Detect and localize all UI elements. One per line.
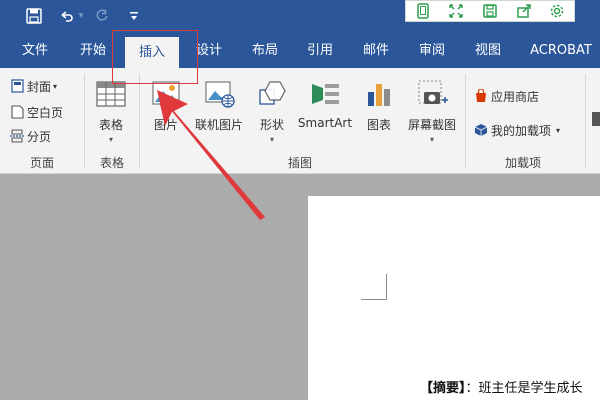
abstract-heading: 【摘要】: [420, 381, 466, 396]
chevron-down-icon: ▾: [429, 135, 434, 144]
tab-review[interactable]: 审阅: [407, 34, 457, 68]
group-divider: [465, 74, 466, 168]
page-break-button[interactable]: 分页: [10, 126, 51, 146]
cover-page-icon: [10, 79, 24, 93]
tab-references[interactable]: 引用: [295, 34, 345, 68]
group-divider: [585, 74, 586, 168]
chart-icon: [363, 78, 395, 110]
shapes-label: 形状: [259, 118, 284, 132]
group-label-pages: 页面: [29, 156, 54, 170]
settings-icon[interactable]: [549, 3, 565, 19]
blank-page-icon: [10, 105, 24, 119]
abstract-body: ：班主任是学生成长: [465, 381, 583, 396]
margin-corner-mark: [361, 274, 387, 300]
cover-page-label: 封面: [27, 79, 52, 94]
my-addins-button[interactable]: 我的加载项 ▾: [474, 120, 560, 140]
office-store-label: 应用商店: [491, 89, 540, 104]
ribbon-tabs: 文件 开始 插入 设计 布局 引用 邮件 审阅 视图 ACROBAT: [0, 34, 600, 68]
table-button[interactable]: 表格 ▾: [90, 74, 132, 152]
table-label: 表格: [98, 118, 123, 132]
tab-acrobat[interactable]: ACROBAT: [525, 34, 597, 68]
my-addins-label: 我的加载项: [491, 123, 552, 138]
next-group-edge: [592, 112, 600, 126]
shapes-icon: [256, 78, 288, 110]
blank-page-button[interactable]: 空白页: [10, 102, 63, 122]
customize-icon[interactable]: [128, 6, 140, 26]
share-icon[interactable]: [516, 3, 532, 19]
chart-label: 图表: [366, 118, 391, 132]
smartart-button[interactable]: SmartArt: [296, 74, 354, 152]
blank-page-label: 空白页: [27, 105, 64, 120]
floating-toolbar: [405, 0, 575, 22]
tab-layout[interactable]: 布局: [240, 34, 290, 68]
group-divider: [84, 74, 85, 168]
group-label-illustrations: 插图: [287, 156, 312, 170]
addins-icon: [474, 123, 488, 137]
online-picture-label: 联机图片: [194, 118, 243, 132]
phone-icon[interactable]: [415, 3, 431, 19]
chevron-down-icon: ▾: [108, 135, 113, 144]
save-icon[interactable]: [24, 6, 44, 26]
abstract-text[interactable]: 【摘要】：班主任是学生成长: [420, 377, 583, 396]
picture-label: 图片: [153, 118, 178, 132]
chevron-down-icon[interactable]: ▾: [76, 6, 86, 26]
chevron-down-icon: ▾: [269, 135, 274, 144]
chart-button[interactable]: 图表: [359, 74, 399, 152]
insert-tab-highlight-box: [112, 30, 198, 84]
store-icon: [474, 89, 488, 103]
online-picture-button[interactable]: 联机图片: [192, 74, 246, 152]
chevron-down-icon: ▾: [556, 125, 561, 135]
smartart-label: SmartArt: [297, 116, 353, 130]
ribbon: 封面 ▾ 空白页 分页 页面 表格 ▾ 表格 图片 联机图片 形状 ▾ Smar…: [0, 68, 600, 174]
tab-file[interactable]: 文件: [10, 34, 60, 68]
tab-view[interactable]: 视图: [463, 34, 513, 68]
document-page[interactable]: [308, 196, 600, 400]
group-divider: [139, 74, 140, 168]
tab-home[interactable]: 开始: [68, 34, 118, 68]
shapes-button[interactable]: 形状 ▾: [250, 74, 294, 152]
group-label-addins: 加载项: [504, 156, 541, 170]
office-store-button[interactable]: 应用商店: [474, 86, 539, 106]
screenshot-button[interactable]: 屏幕截图 ▾: [402, 74, 462, 152]
cover-page-button[interactable]: 封面 ▾: [10, 76, 57, 96]
redo-icon[interactable]: [94, 6, 110, 26]
undo-icon[interactable]: [58, 6, 74, 26]
page-break-label: 分页: [27, 129, 52, 144]
page-break-icon: [10, 129, 24, 143]
title-bar: ▾: [0, 0, 600, 34]
smartart-icon: [309, 78, 341, 110]
picture-button[interactable]: 图片: [145, 74, 187, 152]
chevron-down-icon: ▾: [53, 81, 58, 91]
save-icon[interactable]: [482, 3, 498, 19]
screenshot-label: 屏幕截图: [407, 118, 456, 132]
expand-icon[interactable]: [448, 3, 464, 19]
online-picture-icon: [203, 78, 235, 110]
group-label-table: 表格: [99, 156, 124, 170]
screenshot-icon: [416, 78, 448, 110]
tab-mailings[interactable]: 邮件: [351, 34, 401, 68]
